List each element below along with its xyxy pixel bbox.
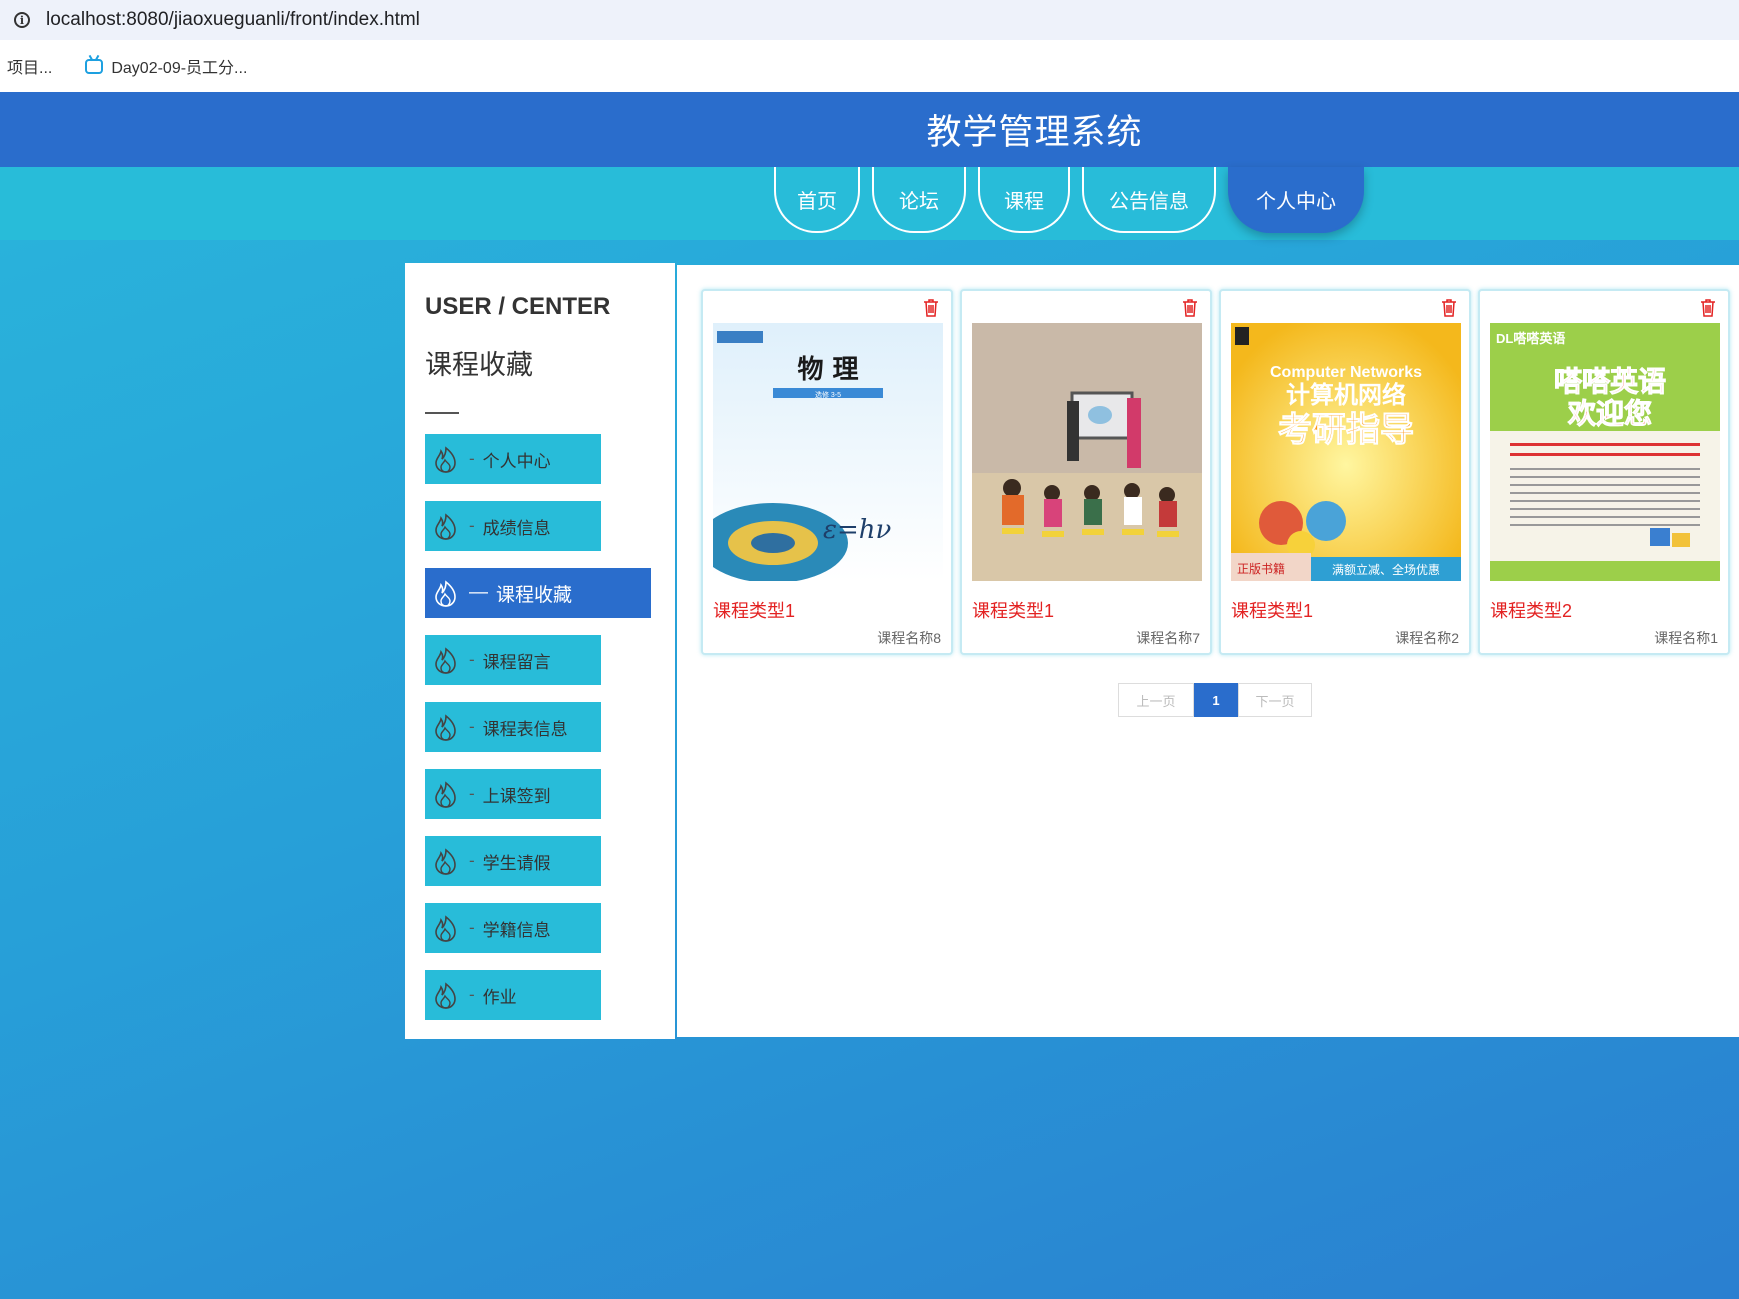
- course-card[interactable]: Computer Networks 计算机网络 考研指导 正版书籍 满额立减、全…: [1219, 289, 1471, 655]
- course-image[interactable]: DL嗒嗒英语 嗒嗒英语 欢迎您: [1490, 323, 1720, 581]
- sidebar-item-label: 学生请假: [482, 853, 551, 873]
- sidebar-item-label: 课程收藏: [496, 584, 573, 606]
- nav-band: 首页 论坛 课程 公告信息 个人中心: [0, 167, 1739, 240]
- course-name: 课程名称1: [1654, 630, 1718, 646]
- dash-icon: -: [469, 918, 475, 937]
- trash-icon[interactable]: [923, 299, 939, 317]
- flame-icon: [435, 848, 456, 875]
- bookmarks-bar: 项目... Day02-09-员工分...: [0, 40, 1739, 93]
- nav-item-personal-center[interactable]: 个人中心: [1228, 167, 1364, 233]
- cover-subtitle: 考研指导: [1278, 411, 1414, 449]
- site-header: 教学管理系统: [0, 92, 1739, 167]
- sidebar-item-label: 课程留言: [482, 652, 551, 672]
- dash-icon: -: [469, 851, 475, 870]
- sidebar-item-label: 课程表信息: [482, 719, 568, 739]
- sidebar-item-leave[interactable]: - 学生请假: [425, 836, 601, 886]
- sidebar-item-label: 个人中心: [482, 451, 551, 471]
- nav-item-home[interactable]: 首页: [774, 167, 860, 233]
- address-bar[interactable]: i localhost:8080/jiaoxueguanli/front/ind…: [0, 0, 1739, 40]
- dash-icon: -: [469, 784, 475, 803]
- course-image[interactable]: Computer Networks 计算机网络 考研指导 正版书籍 满额立减、全…: [1231, 323, 1461, 581]
- favorites-grid: 物 理 选修 3-5 ε=hν 课程类型1 课程名称8 课程类型1 课程名称7 …: [701, 289, 1737, 655]
- sidebar-item-label: 上课签到: [482, 786, 551, 806]
- flame-icon: [435, 647, 456, 674]
- dash-icon: -: [469, 650, 475, 669]
- sidebar-title-en: USER / CENTER: [425, 293, 611, 320]
- course-type: 课程类型2: [1490, 601, 1573, 621]
- course-name: 课程名称8: [877, 630, 941, 646]
- bilibili-icon: [85, 58, 104, 74]
- course-image[interactable]: [972, 323, 1202, 581]
- site-title: 教学管理系统: [926, 113, 1143, 152]
- bookmark-item[interactable]: Day02-09-员工分...: [85, 54, 247, 78]
- cover-promo: 满额立减、全场优惠: [1332, 562, 1440, 577]
- sidebar-item-course-messages[interactable]: - 课程留言: [425, 635, 601, 685]
- prev-page-button[interactable]: 上一页: [1118, 683, 1194, 717]
- trash-icon[interactable]: [1182, 299, 1198, 317]
- cover-title: 物 理: [797, 355, 858, 385]
- trash-icon[interactable]: [1700, 299, 1716, 317]
- dash-icon: -: [469, 985, 475, 1004]
- flame-icon: [435, 580, 456, 607]
- dash-icon: -: [469, 717, 475, 736]
- course-card[interactable]: 物 理 选修 3-5 ε=hν 课程类型1 课程名称8: [701, 289, 953, 655]
- flame-icon: [435, 781, 456, 808]
- flyer-welcome: 欢迎您: [1567, 397, 1652, 429]
- dash-icon: -: [469, 449, 475, 468]
- cover-badge: 正版书籍: [1237, 561, 1285, 576]
- cover-subtitle: 选修 3-5: [815, 390, 841, 399]
- nav-item-courses[interactable]: 课程: [978, 167, 1070, 233]
- course-name: 课程名称7: [1136, 630, 1200, 646]
- sidebar-item-homework[interactable]: - 作业: [425, 970, 601, 1020]
- site-info-icon[interactable]: i: [14, 12, 30, 28]
- next-page-button[interactable]: 下一页: [1238, 683, 1312, 717]
- main-panel: 物 理 选修 3-5 ε=hν 课程类型1 课程名称8 课程类型1 课程名称7 …: [677, 265, 1739, 1037]
- cover-en-title: Computer Networks: [1270, 364, 1422, 381]
- sidebar-item-label: 成绩信息: [482, 518, 551, 538]
- dash-icon: -: [469, 516, 475, 535]
- nav-item-forum[interactable]: 论坛: [872, 167, 966, 233]
- sidebar-title-cn: 课程收藏: [425, 350, 533, 380]
- dash-icon: —: [469, 582, 488, 603]
- bookmark-label: Day02-09-员工分...: [111, 60, 248, 77]
- sidebar: USER / CENTER 课程收藏 - 个人中心 - 成绩信息 — 课程收藏 …: [405, 263, 675, 1039]
- course-card[interactable]: 课程类型1 课程名称7: [960, 289, 1212, 655]
- flame-icon: [435, 915, 456, 942]
- sidebar-item-grades[interactable]: - 成绩信息: [425, 501, 601, 551]
- main-nav: 首页 论坛 课程 公告信息 个人中心: [774, 167, 1376, 233]
- sidebar-item-enrollment[interactable]: - 学籍信息: [425, 903, 601, 953]
- sidebar-item-checkin[interactable]: - 上课签到: [425, 769, 601, 819]
- page-number-button[interactable]: 1: [1194, 683, 1238, 717]
- sidebar-item-personal-center[interactable]: - 个人中心: [425, 434, 601, 484]
- bookmark-label: 项目...: [7, 60, 53, 77]
- flame-icon: [435, 513, 456, 540]
- sidebar-item-label: 学籍信息: [482, 920, 551, 940]
- course-type: 课程类型1: [1231, 601, 1314, 621]
- url-text[interactable]: localhost:8080/jiaoxueguanli/front/index…: [46, 9, 420, 31]
- course-type: 课程类型1: [972, 601, 1055, 621]
- flame-icon: [435, 714, 456, 741]
- cover-cn-title: 计算机网络: [1286, 381, 1406, 409]
- nav-item-notices[interactable]: 公告信息: [1082, 167, 1216, 233]
- course-name: 课程名称2: [1395, 630, 1459, 646]
- cover-formula: ε=hν: [823, 515, 891, 545]
- bookmark-item[interactable]: 项目...: [7, 54, 52, 78]
- sidebar-item-label: 作业: [482, 987, 517, 1007]
- pagination: 上一页 1 下一页: [1118, 683, 1312, 717]
- course-type: 课程类型1: [713, 601, 796, 621]
- course-card[interactable]: DL嗒嗒英语 嗒嗒英语 欢迎您 课程类型2 课程名称1: [1478, 289, 1730, 655]
- sidebar-divider: [425, 412, 459, 414]
- sidebar-item-course-favorites[interactable]: — 课程收藏: [425, 568, 651, 618]
- sidebar-menu: - 个人中心 - 成绩信息 — 课程收藏 - 课程留言 - 课程表信息 - 上课…: [425, 434, 675, 1020]
- flyer-logo: DL嗒嗒英语: [1496, 331, 1565, 346]
- flame-icon: [435, 446, 456, 473]
- flame-icon: [435, 982, 456, 1009]
- flyer-title: 嗒嗒英语: [1554, 366, 1666, 397]
- trash-icon[interactable]: [1441, 299, 1457, 317]
- course-image[interactable]: 物 理 选修 3-5 ε=hν: [713, 323, 943, 581]
- sidebar-item-schedule[interactable]: - 课程表信息: [425, 702, 601, 752]
